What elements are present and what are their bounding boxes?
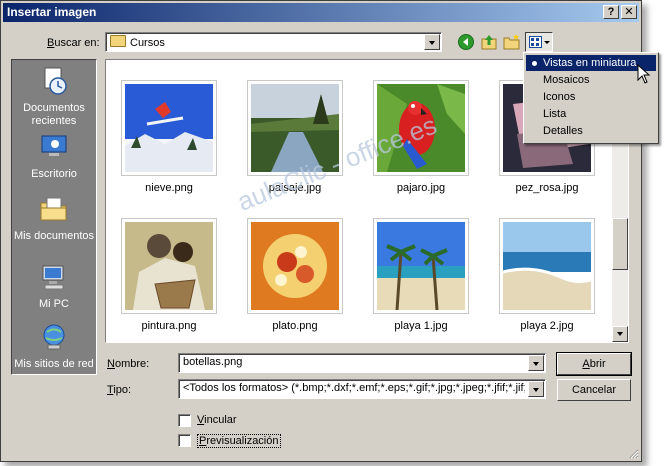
lookin-label: Buscar en: <box>47 37 100 49</box>
file-name[interactable]: playa 1.jpg <box>361 320 481 332</box>
menu-item-list[interactable]: Lista <box>526 106 656 122</box>
file-name[interactable]: pajaro.jpg <box>361 182 481 194</box>
preview-checkbox[interactable] <box>178 434 191 447</box>
filetype-combo[interactable]: <Todos los formatos> (*.bmp;*.dxf;*.emf;… <box>178 379 546 399</box>
my-documents-icon <box>40 197 67 221</box>
file-name[interactable]: pintura.png <box>109 320 229 332</box>
file-thumbnail[interactable] <box>121 218 217 314</box>
file-thumbnail[interactable] <box>121 80 217 176</box>
landscape-image <box>251 84 339 172</box>
filename-combo[interactable]: botellas.png <box>178 353 546 373</box>
network-places-icon <box>43 324 65 350</box>
link-label[interactable]: Vincular <box>197 414 237 426</box>
place-my-documents[interactable]: Mis documentos <box>12 194 96 243</box>
scroll-thumb[interactable] <box>612 218 628 270</box>
place-recent-documents[interactable]: Documentos recientes <box>12 66 96 128</box>
lookin-value: Cursos <box>130 37 165 49</box>
filetype-dropdown-arrow[interactable] <box>528 381 544 397</box>
filename-dropdown-arrow[interactable] <box>528 355 544 371</box>
my-pc-icon <box>42 265 64 290</box>
title-bar[interactable]: Insertar imagen ? ✕ <box>3 3 639 22</box>
back-icon[interactable] <box>457 33 475 51</box>
place-my-pc[interactable]: Mi PC <box>12 262 96 311</box>
filename-label: Nombre: <box>107 358 150 370</box>
file-thumbnail[interactable] <box>247 80 343 176</box>
desktop-icon <box>41 135 67 156</box>
up-folder-icon[interactable] <box>480 33 498 51</box>
scroll-down-button[interactable] <box>612 326 628 342</box>
menu-item-details[interactable]: Detalles <box>526 123 656 139</box>
help-button[interactable]: ? <box>603 5 619 19</box>
snowboard-image <box>125 84 213 172</box>
file-thumbnail[interactable] <box>247 218 343 314</box>
views-icon <box>529 36 542 48</box>
filetype-value: <Todos los formatos> (*.bmp;*.dxf;*.emf;… <box>183 382 525 394</box>
preview-label[interactable]: Previsualización <box>197 434 281 448</box>
mouse-cursor-icon <box>637 64 651 84</box>
file-name[interactable]: plato.png <box>235 320 355 332</box>
file-name[interactable]: nieve.png <box>109 182 229 194</box>
parrot-image <box>377 84 465 172</box>
new-folder-icon[interactable] <box>503 33 521 51</box>
lookin-dropdown-arrow[interactable] <box>424 34 440 50</box>
folder-icon <box>110 35 126 47</box>
beach-waves-image <box>503 222 591 310</box>
beach-palms-image <box>377 222 465 310</box>
arrow-down-icon <box>617 332 623 336</box>
places-bar: Documentos recientes Escritorio Mis docu… <box>11 59 97 375</box>
file-thumbnail[interactable] <box>499 218 595 314</box>
place-desktop[interactable]: Escritorio <box>12 132 96 181</box>
file-name[interactable]: playa 2.jpg <box>487 320 607 332</box>
place-network[interactable]: Mis sitios de red <box>12 322 96 371</box>
window-title: Insertar imagen <box>7 5 97 19</box>
file-name[interactable]: pez_rosa.jpg <box>487 182 607 194</box>
link-checkbox[interactable] <box>178 414 191 427</box>
painting-image <box>125 222 213 310</box>
recent-documents-icon <box>44 67 67 95</box>
resize-grip-icon[interactable] <box>627 447 639 459</box>
close-button[interactable]: ✕ <box>621 5 637 19</box>
filename-input[interactable]: botellas.png <box>183 356 242 368</box>
lookin-combo[interactable]: Cursos <box>105 32 442 52</box>
file-name[interactable]: paisaje.jpg <box>235 182 355 194</box>
filetype-label: Tipo: <box>107 384 132 396</box>
selected-bullet-icon <box>532 61 537 66</box>
file-thumbnail[interactable] <box>373 80 469 176</box>
cancel-button[interactable]: Cancelar <box>557 379 631 401</box>
views-arrow-icon <box>544 41 550 44</box>
dish-image <box>251 222 339 310</box>
menu-item-icons[interactable]: Iconos <box>526 89 656 105</box>
views-button[interactable] <box>525 32 553 52</box>
open-button[interactable]: Abrir <box>556 352 632 376</box>
file-thumbnail[interactable] <box>373 218 469 314</box>
